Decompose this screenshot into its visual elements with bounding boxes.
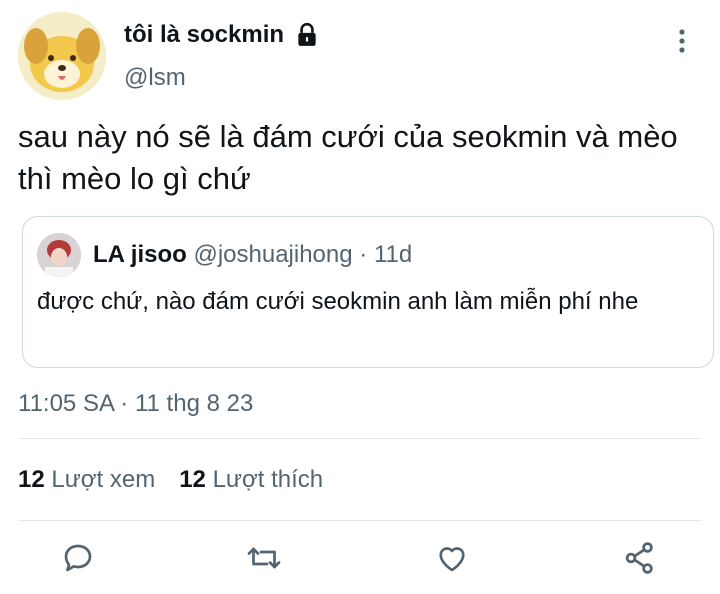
quoted-display-name: LA jisoo	[93, 241, 187, 268]
more-vertical-icon	[679, 29, 685, 53]
views-count: 12	[18, 466, 45, 493]
divider	[18, 438, 702, 439]
quoted-age: 11d	[373, 241, 413, 268]
quoted-header: LA jisoo @joshuajihong · 11d	[93, 241, 412, 269]
likes-label: Lượt thích	[212, 466, 324, 493]
share-button[interactable]	[622, 540, 662, 580]
share-icon	[625, 542, 653, 574]
author-handle[interactable]: @lsm	[124, 64, 186, 92]
views-stat[interactable]: 12 Lượt xem	[18, 466, 155, 494]
divider	[18, 520, 702, 521]
dog-cartoon-avatar	[18, 12, 106, 100]
tweet-timestamp[interactable]: 11:05 SA · 11 thg 8 23	[18, 390, 253, 418]
tweet-text: sau này nó sẽ là đám cưới của seokmin và…	[18, 119, 678, 196]
quoted-tweet[interactable]: LA jisoo @joshuajihong · 11d được chứ, n…	[22, 216, 714, 368]
views-label: Lượt xem	[51, 466, 156, 493]
quoted-separator: ·	[359, 241, 368, 268]
retweet-button[interactable]	[246, 540, 286, 580]
reply-icon	[64, 544, 92, 572]
retweet-icon	[247, 547, 281, 569]
tweet-stats: 12 Lượt xem 12 Lượt thích	[18, 466, 323, 494]
lock-icon	[298, 22, 316, 46]
quoted-handle: @joshuajihong	[193, 241, 353, 268]
quoted-text: được chứ, nào đám cưới seokmin anh làm m…	[37, 288, 639, 315]
action-bar	[0, 540, 720, 584]
author-display-name[interactable]: tôi là sockmin	[124, 21, 284, 49]
likes-count: 12	[179, 466, 206, 493]
person-photo-avatar	[37, 233, 81, 277]
reply-button[interactable]	[60, 540, 100, 580]
like-button[interactable]	[434, 540, 474, 580]
author-avatar[interactable]	[18, 12, 106, 100]
likes-stat[interactable]: 12 Lượt thích	[179, 466, 323, 494]
more-options-button[interactable]	[670, 26, 694, 56]
like-icon	[439, 547, 465, 572]
quoted-author-avatar	[37, 233, 81, 277]
author-name-row: tôi là sockmin	[124, 21, 320, 49]
